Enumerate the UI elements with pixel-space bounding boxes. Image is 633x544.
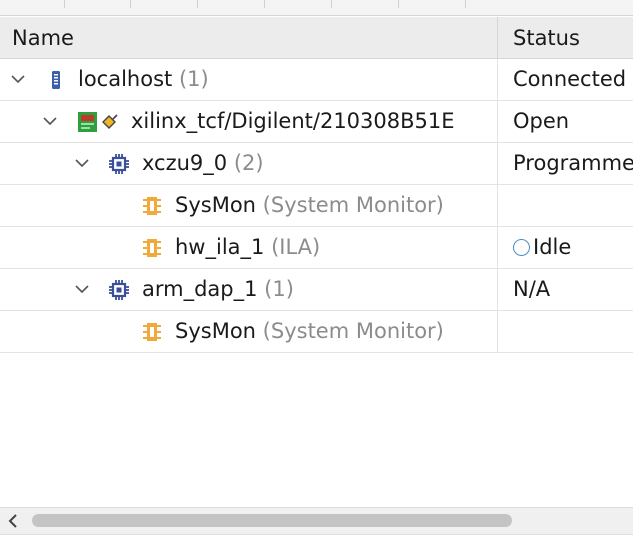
tree-row-hw-ila[interactable]: hw_ila_1 (ILA) Idle bbox=[0, 227, 633, 269]
node-name: xczu9_0 bbox=[142, 151, 228, 175]
chevron-down-icon[interactable] bbox=[10, 71, 26, 87]
toolbar-separator bbox=[64, 0, 65, 8]
toolbar-separator bbox=[197, 0, 198, 8]
tree-row-arm-dap[interactable]: arm_dap_1 (1) N/A bbox=[0, 269, 633, 311]
tree-row-sysmon[interactable]: SysMon (System Monitor) bbox=[0, 311, 633, 353]
column-header-status[interactable]: Status bbox=[513, 26, 580, 50]
column-divider bbox=[497, 185, 498, 226]
debug-core-icon bbox=[143, 323, 161, 341]
status-text: Idle bbox=[533, 235, 572, 259]
idle-status-icon bbox=[513, 239, 530, 256]
chevron-down-icon[interactable] bbox=[74, 281, 90, 297]
tree-row-label: xilinx_tcf/Digilent/210308B51E bbox=[131, 109, 455, 133]
tree-row-label: SysMon (System Monitor) bbox=[175, 193, 444, 217]
status-cell: Connected bbox=[513, 67, 627, 91]
hardware-tree: localhost (1) Connected xilinx_tcf/Digil… bbox=[0, 59, 633, 353]
horizontal-scrollbar[interactable] bbox=[0, 507, 633, 534]
node-count: (1) bbox=[264, 277, 294, 301]
tree-row-sysmon[interactable]: SysMon (System Monitor) bbox=[0, 185, 633, 227]
tree-row-label: SysMon (System Monitor) bbox=[175, 319, 444, 343]
node-name: arm_dap_1 bbox=[142, 277, 258, 301]
toolbar-separator bbox=[264, 0, 265, 8]
scroll-left-arrow-icon[interactable] bbox=[6, 513, 20, 529]
toolbar-separator bbox=[465, 0, 466, 8]
toolbar-strip bbox=[0, 0, 633, 16]
node-type: (ILA) bbox=[271, 235, 321, 259]
column-divider bbox=[497, 311, 498, 352]
toolbar-separator bbox=[398, 0, 399, 8]
chip-icon bbox=[109, 154, 129, 174]
status-cell: Programmed bbox=[513, 151, 633, 175]
scrollbar-thumb[interactable] bbox=[32, 514, 512, 527]
debug-core-icon bbox=[143, 239, 161, 257]
tree-row-label: arm_dap_1 (1) bbox=[142, 277, 294, 301]
table-header: Name Status bbox=[0, 17, 633, 59]
status-cell: N/A bbox=[513, 277, 551, 301]
node-name: xilinx_tcf/Digilent/210308B51E bbox=[131, 109, 455, 133]
column-header-name[interactable]: Name bbox=[12, 26, 74, 50]
node-name: hw_ila_1 bbox=[175, 235, 265, 259]
tree-row-jtag-target[interactable]: xilinx_tcf/Digilent/210308B51E Open bbox=[0, 101, 633, 143]
server-icon bbox=[52, 71, 60, 89]
tree-row-label: xczu9_0 (2) bbox=[142, 151, 264, 175]
toolbar-separator bbox=[331, 0, 332, 8]
tree-row-localhost[interactable]: localhost (1) Connected bbox=[0, 59, 633, 101]
status-cell: Idle bbox=[513, 235, 571, 259]
tree-row-xczu9[interactable]: xczu9_0 (2) Programmed bbox=[0, 143, 633, 185]
node-name: SysMon bbox=[175, 193, 256, 217]
column-divider bbox=[497, 101, 498, 142]
chip-icon bbox=[109, 280, 129, 300]
column-divider bbox=[497, 227, 498, 268]
chevron-down-icon[interactable] bbox=[42, 113, 58, 129]
bottom-strip bbox=[0, 534, 633, 544]
tree-row-label: localhost (1) bbox=[78, 67, 209, 91]
column-resize-handle[interactable] bbox=[497, 17, 498, 59]
column-divider bbox=[497, 143, 498, 184]
node-count: (2) bbox=[233, 151, 264, 175]
jtag-cable-icon bbox=[78, 112, 118, 132]
node-type: (System Monitor) bbox=[262, 193, 444, 217]
chevron-down-icon[interactable] bbox=[74, 155, 90, 171]
status-cell: Open bbox=[513, 109, 570, 133]
node-count: (1) bbox=[178, 67, 209, 91]
node-name: SysMon bbox=[175, 319, 256, 343]
node-name: localhost bbox=[78, 67, 173, 91]
column-divider bbox=[497, 269, 498, 310]
tree-row-label: hw_ila_1 (ILA) bbox=[175, 235, 320, 259]
node-type: (System Monitor) bbox=[262, 319, 444, 343]
column-divider bbox=[497, 59, 498, 100]
debug-core-icon bbox=[143, 197, 161, 215]
toolbar-separator bbox=[130, 0, 131, 8]
